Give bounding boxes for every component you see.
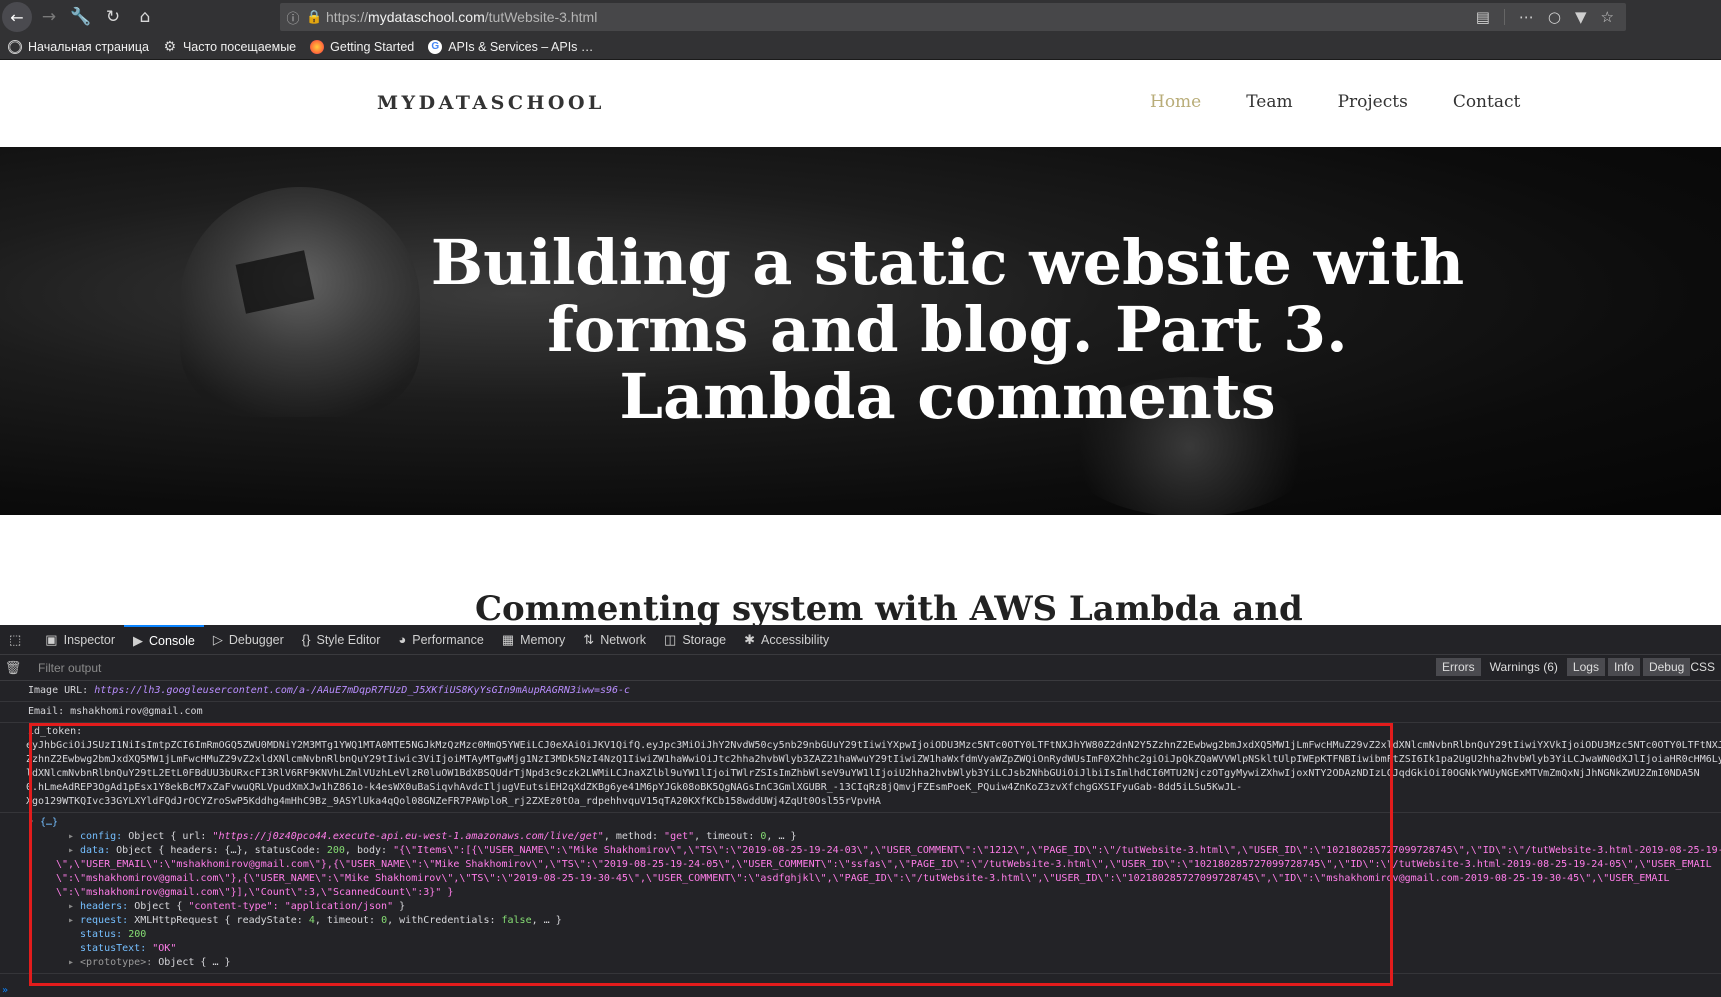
console-filter-bar: 🗑 Filter output Errors Warnings (6) Logs… xyxy=(0,655,1721,681)
back-button[interactable]: ← xyxy=(2,2,32,32)
log-response-object: ▾ {…} ▸ config: Object { url: "https://j0z… xyxy=(0,813,1721,974)
expand-triangle-icon[interactable]: ▾ xyxy=(28,816,40,830)
bookmark-star-icon[interactable]: ☆ xyxy=(1601,8,1614,26)
clear-console-trash-icon[interactable]: 🗑 xyxy=(0,660,26,676)
tab-debugger[interactable]: ▷ Debugger xyxy=(204,625,293,655)
object-header[interactable]: ▾ {…} xyxy=(28,816,1721,830)
braces-icon: {} xyxy=(301,632,311,647)
network-arrows-icon: ⇅ xyxy=(583,631,595,647)
browser-toolbar: ← → 🔧 ↻ ⌂ ⓘ 🔒 https://mydataschool.com/t… xyxy=(0,0,1721,34)
url-text[interactable]: https://mydataschool.com/tutWebsite-3.ht… xyxy=(326,9,597,25)
tab-accessibility[interactable]: ✱ Accessibility xyxy=(735,625,838,655)
tree-data-body-line: \":\"mshakhomirov@gmail.com\"}],\"Count\… xyxy=(56,887,454,898)
collapse-triangle-icon[interactable]: ▸ xyxy=(68,844,80,858)
filter-debug[interactable]: Debug xyxy=(1642,658,1691,676)
globe-icon: ◯ xyxy=(8,39,22,54)
filter-logs[interactable]: Logs xyxy=(1566,658,1605,676)
log-image-url: Image URL: https://lh3.googleusercontent… xyxy=(0,681,1721,702)
filter-errors[interactable]: Errors xyxy=(1436,658,1481,676)
article-subheading-area: Commenting system with AWS Lambda and xyxy=(0,585,1721,625)
tab-memory[interactable]: ▦ Memory xyxy=(493,625,574,655)
bookmark-start-page[interactable]: ◯ Начальная страница xyxy=(8,39,149,54)
collapse-triangle-icon[interactable]: ▸ xyxy=(68,956,80,970)
nav-contact[interactable]: Contact xyxy=(1453,92,1521,112)
storage-icon: ◫ xyxy=(664,631,677,647)
tree-request[interactable]: ▸ request: XMLHttpRequest { readyState: 4… xyxy=(68,914,1721,928)
debugger-icon: ▷ xyxy=(212,631,223,647)
nav-projects[interactable]: Projects xyxy=(1338,92,1408,112)
url-bar[interactable]: ⓘ 🔒 https://mydataschool.com/tutWebsite-… xyxy=(280,3,1626,31)
site-header: MYDATASCHOOL Home Team Projects Contact xyxy=(0,60,1721,147)
console-output: Image URL: https://lh3.googleusercontent… xyxy=(0,681,1721,974)
devtools-panel: ⬚ ▣ Inspector ▶ Console ▷ Debugger {} Style … xyxy=(0,624,1721,997)
log-level-filters: Errors Warnings (6) Logs Info Debug xyxy=(1436,658,1691,676)
console-icon: ▶ xyxy=(133,632,144,648)
log-email: Email: mshakhomirov@gmail.com xyxy=(0,702,1721,723)
id-token-line: ZzhnZ2Ewbwg2bmJxdXQ5MW1jLmFwcHMuZ29vZ2xl… xyxy=(26,754,1721,765)
id-token-label: id_token: xyxy=(28,726,83,737)
collapse-triangle-icon[interactable]: ▸ xyxy=(68,914,80,928)
forward-button[interactable]: → xyxy=(34,2,64,32)
bookmarks-bar: ◯ Начальная страница ⚙ Часто посещаемые Ge… xyxy=(0,34,1721,60)
id-token-line: eyJhbGciOiJSUzI1NiIsImtpZCI6ImRmOGQ5ZWU0… xyxy=(26,740,1721,751)
article-subheading: Commenting system with AWS Lambda and xyxy=(475,589,1303,625)
lock-icon[interactable]: 🔒 xyxy=(306,10,324,25)
site-nav: Home Team Projects Contact xyxy=(1150,92,1520,112)
more-actions-icon[interactable]: ⋯ xyxy=(1519,8,1534,26)
id-token-line: ldXNlcmNvbnRlbnQuY29tL2EtL0FBdUU3bURxcFI… xyxy=(26,768,1700,779)
info-icon[interactable]: ⓘ xyxy=(280,8,306,27)
home-button[interactable]: ⌂ xyxy=(130,2,160,32)
object-tree: ▸ config: Object { url: "https://j0z40pco… xyxy=(28,830,1721,970)
url-actions: ▤ ⋯ ○ ▼ ☆ xyxy=(1476,3,1614,31)
collapse-triangle-icon[interactable]: ▸ xyxy=(68,830,80,844)
bookmark-getting-started[interactable]: Getting Started xyxy=(310,39,414,54)
log-id-token: id_token: eyJhbGciOiJSUzI1NiIsImtpZCI6Im… xyxy=(0,723,1721,813)
memory-chip-icon: ▦ xyxy=(501,631,515,647)
tab-network[interactable]: ⇅ Network xyxy=(574,625,655,655)
tree-headers[interactable]: ▸ headers: Object { "content-type": "appl… xyxy=(68,900,1721,914)
site-logo[interactable]: MYDATASCHOOL xyxy=(377,92,605,114)
firefox-icon xyxy=(310,39,325,54)
tree-data-body-line: \",\"USER_EMAIL\":\"mshakhomirov@gmail.c… xyxy=(56,859,1712,870)
devtools-tabs: ⬚ ▣ Inspector ▶ Console ▷ Debugger {} Style … xyxy=(0,624,1721,655)
reload-button[interactable]: ↻ xyxy=(98,2,128,32)
image-url-link[interactable]: https://lh3.googleusercontent.com/a-/AAu… xyxy=(94,685,630,696)
google-icon: G xyxy=(428,39,443,54)
tree-status: status: 200 xyxy=(80,929,147,940)
bookmark-most-visited[interactable]: ⚙ Часто посещаемые xyxy=(163,38,296,54)
tree-config[interactable]: ▸ config: Object { url: "https://j0z40pco… xyxy=(68,830,1721,844)
filter-css[interactable]: CSS xyxy=(1690,660,1715,674)
element-picker-icon[interactable]: ⬚ xyxy=(0,625,36,655)
inspector-icon: ▣ xyxy=(45,631,58,647)
tree-status-text: statusText: "OK" xyxy=(80,943,177,954)
id-token-line: Xgo129WTKQIvc33GYLXYldFQdJrOCYZroSwP5Kdd… xyxy=(26,796,881,807)
filter-info[interactable]: Info xyxy=(1607,658,1640,676)
tab-inspector[interactable]: ▣ Inspector xyxy=(36,625,124,655)
lightbulb-icon[interactable]: ○ xyxy=(1548,8,1561,26)
pocket-icon[interactable]: ▼ xyxy=(1575,8,1587,26)
nav-home[interactable]: Home xyxy=(1150,92,1201,112)
id-token-line: 0.hLmeAdREP3OgAd1pEsx1Y8ekBcM7xZaFvwuQRL… xyxy=(26,782,1243,793)
bookmark-apis-services[interactable]: G APIs & Services – APIs … xyxy=(428,39,593,54)
reader-view-icon[interactable]: ▤ xyxy=(1476,8,1490,26)
nav-team[interactable]: Team xyxy=(1246,92,1292,112)
gauge-icon: ◕ xyxy=(398,632,407,647)
console-input-prompt[interactable]: » xyxy=(2,985,8,996)
filter-output-input[interactable]: Filter output xyxy=(38,661,101,675)
filter-warnings[interactable]: Warnings (6) xyxy=(1484,658,1564,676)
tree-data[interactable]: ▸ data: Object { headers: {…}, statusCode… xyxy=(68,844,1721,858)
tab-storage[interactable]: ◫ Storage xyxy=(655,625,735,655)
hero-title: Building a static website with forms and… xyxy=(430,226,1465,433)
tab-style-editor[interactable]: {} Style Editor xyxy=(293,625,390,655)
hero-banner: Building a static website with forms and… xyxy=(0,147,1721,515)
tab-performance[interactable]: ◕ Performance xyxy=(389,625,492,655)
accessibility-icon: ✱ xyxy=(744,631,756,647)
tab-console[interactable]: ▶ Console xyxy=(124,624,204,655)
wrench-icon[interactable]: 🔧 xyxy=(66,2,96,32)
divider xyxy=(1503,9,1505,25)
gear-icon: ⚙ xyxy=(163,38,177,54)
collapse-triangle-icon[interactable]: ▸ xyxy=(68,900,80,914)
tree-prototype[interactable]: ▸ <prototype>: Object { … } xyxy=(68,956,1721,970)
tree-data-body-line: \":\"mshakhomirov@gmail.com\"},{\"USER_N… xyxy=(56,873,1670,884)
